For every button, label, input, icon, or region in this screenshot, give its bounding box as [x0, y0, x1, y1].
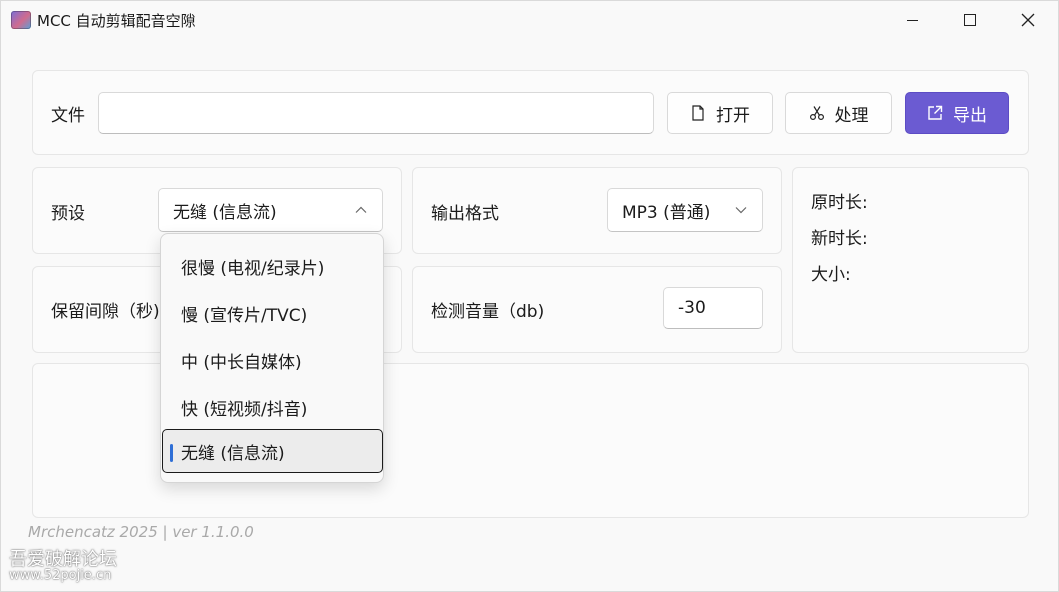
- process-button-label: 处理: [834, 105, 869, 126]
- preset-option[interactable]: 很慢 (电视/纪录片): [165, 244, 379, 288]
- close-icon: [1021, 13, 1035, 27]
- new-duration-label: 新时长:: [811, 229, 868, 249]
- preset-selected-value: 无缝 (信息流): [173, 202, 277, 223]
- preset-option[interactable]: 中 (中长自媒体): [165, 338, 379, 382]
- minimize-button[interactable]: [889, 1, 935, 39]
- file-path-input[interactable]: [98, 92, 654, 134]
- open-button[interactable]: 打开: [667, 92, 773, 134]
- maximize-button[interactable]: [947, 1, 993, 39]
- preset-option-label: 无缝 (信息流): [181, 443, 285, 464]
- preset-select[interactable]: 无缝 (信息流): [158, 188, 383, 232]
- preset-option[interactable]: 慢 (宣传片/TVC): [165, 291, 379, 335]
- watermark-url: www.52pojie.cn: [9, 568, 112, 583]
- preset-option-label: 很慢 (电视/纪录片): [181, 258, 325, 279]
- app-logo-icon: [11, 11, 31, 29]
- maximize-icon: [964, 14, 976, 26]
- version-footer: Mrchencatz 2025 | ver 1.1.0.0: [28, 523, 254, 541]
- chevron-down-icon: [734, 203, 748, 217]
- output-format-label: 输出格式: [431, 204, 499, 224]
- volume-input[interactable]: -30: [663, 287, 763, 329]
- scissors-icon: [809, 105, 825, 121]
- preset-option-selected[interactable]: 无缝 (信息流): [162, 429, 383, 473]
- gap-label: 保留间隙（秒): [51, 302, 160, 322]
- file-label: 文件: [51, 106, 85, 126]
- preset-option-label: 快 (短视频/抖音): [181, 399, 308, 420]
- original-duration-label: 原时长:: [811, 193, 868, 213]
- process-button[interactable]: 处理: [785, 92, 892, 134]
- minimize-icon: [906, 19, 918, 21]
- preset-option-label: 慢 (宣传片/TVC): [181, 305, 308, 326]
- preset-option[interactable]: 快 (短视频/抖音): [165, 385, 379, 429]
- export-button[interactable]: 导出: [905, 92, 1009, 134]
- export-button-label: 导出: [953, 105, 987, 126]
- chevron-up-icon: [354, 203, 368, 217]
- selection-indicator: [170, 444, 173, 462]
- file-icon: [690, 105, 706, 121]
- app-window: MCC 自动剪辑配音空隙 文件 打开 处理 导出 预设 无缝 (信息流) 输出格…: [0, 0, 1059, 592]
- preset-dropdown: 很慢 (电视/纪录片) 慢 (宣传片/TVC) 中 (中长自媒体) 快 (短视频…: [160, 233, 384, 483]
- title-bar[interactable]: MCC 自动剪辑配音空隙: [1, 1, 1058, 39]
- close-button[interactable]: [1005, 1, 1051, 39]
- external-link-icon: [927, 105, 943, 121]
- size-label: 大小:: [811, 265, 851, 285]
- open-button-label: 打开: [716, 105, 750, 126]
- output-format-select[interactable]: MP3 (普通): [607, 188, 763, 232]
- volume-label: 检测音量（db): [431, 302, 545, 322]
- preset-option-label: 中 (中长自媒体): [181, 352, 302, 373]
- window-title: MCC 自动剪辑配音空隙: [37, 12, 196, 30]
- preset-label: 预设: [51, 204, 85, 224]
- output-format-selected-value: MP3 (普通): [622, 202, 711, 223]
